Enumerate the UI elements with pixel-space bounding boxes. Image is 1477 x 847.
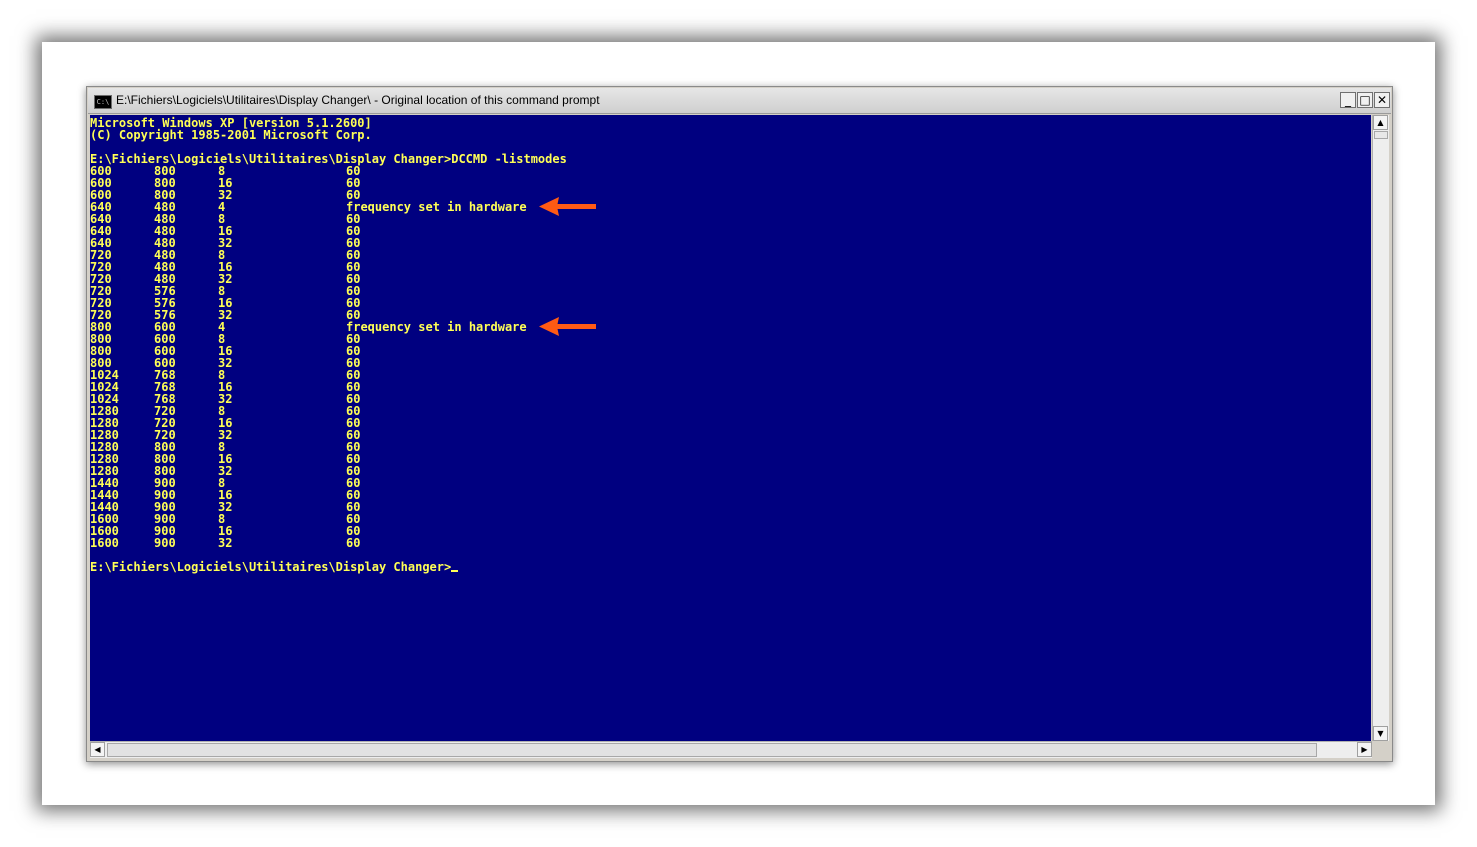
display-mode-row: 1600 900 32 60 — [90, 537, 567, 549]
resize-grip-icon[interactable] — [1372, 741, 1389, 758]
title-bar[interactable]: C:\ E:\Fichiers\Logiciels\Utilitaires\Di… — [88, 88, 1391, 114]
prompt-text: E:\Fichiers\Logiciels\Utilitaires\Displa… — [90, 560, 452, 574]
scroll-down-arrow-icon[interactable]: ▼ — [1373, 726, 1388, 741]
mode-bit-depth: 32 — [218, 536, 233, 550]
command-prompt-window: C:\ E:\Fichiers\Logiciels\Utilitaires\Di… — [86, 86, 1393, 762]
vertical-scrollbar[interactable]: ▲ ▼ — [1372, 115, 1389, 741]
console-lines: Microsoft Windows XP [version 5.1.2600] … — [90, 117, 567, 573]
close-button[interactable]: ✕ — [1374, 92, 1390, 108]
mode-width: 1600 — [90, 536, 119, 550]
window-title: E:\Fichiers\Logiciels\Utilitaires\Displa… — [116, 93, 600, 107]
console-header-line: (C) Copyright 1985-2001 Microsoft Corp. — [90, 128, 372, 142]
display-mode-list: 600 800 8 60 600 800 16 60 600 800 32 60 640 480 4 freq… — [90, 165, 567, 549]
mode-frequency: frequency set in hardware — [346, 320, 527, 334]
horizontal-scrollbar[interactable]: ◀ ▶ — [90, 741, 1372, 758]
mode-frequency: 60 — [346, 536, 361, 550]
horizontal-scroll-thumb[interactable] — [107, 743, 1317, 757]
console-output-area[interactable]: Microsoft Windows XP [version 5.1.2600] … — [90, 115, 1371, 741]
annotation-arrow-icon — [538, 197, 596, 216]
vertical-scroll-thumb[interactable] — [1374, 131, 1388, 139]
annotation-arrow-icon — [538, 317, 596, 336]
scroll-left-arrow-icon[interactable]: ◀ — [90, 742, 105, 757]
minimize-button[interactable]: _ — [1340, 92, 1356, 108]
scroll-right-arrow-icon[interactable]: ▶ — [1357, 742, 1372, 757]
mode-frequency: frequency set in hardware — [346, 200, 527, 214]
scroll-up-arrow-icon[interactable]: ▲ — [1373, 115, 1388, 130]
prompt-line[interactable]: E:\Fichiers\Logiciels\Utilitaires\Displa… — [90, 561, 567, 573]
mode-height: 900 — [154, 536, 176, 550]
console-app-icon[interactable]: C:\ — [94, 95, 112, 109]
maximize-button[interactable]: □ — [1357, 92, 1373, 108]
text-cursor — [451, 570, 459, 572]
